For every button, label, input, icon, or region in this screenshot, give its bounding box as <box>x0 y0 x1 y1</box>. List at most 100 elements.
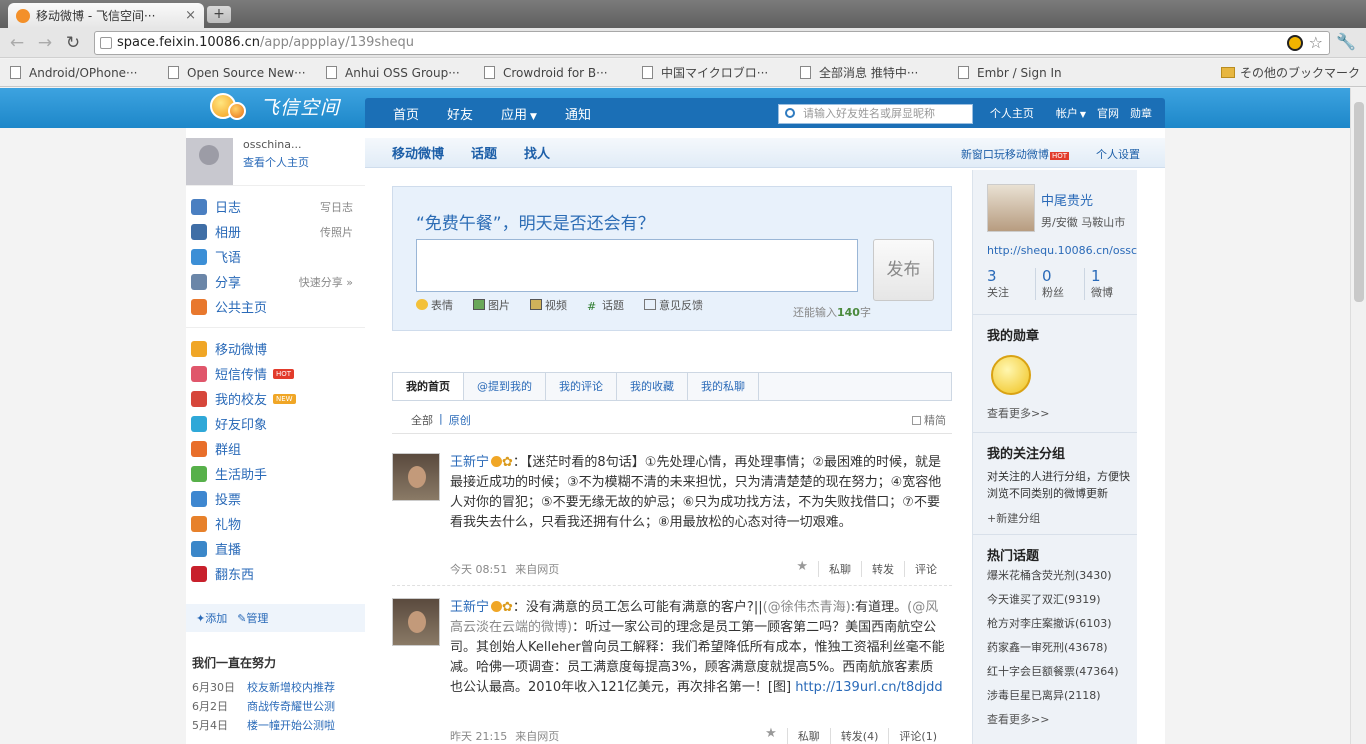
filter-original[interactable]: 原创 <box>449 412 471 428</box>
comment-button[interactable]: 评论 <box>904 561 937 577</box>
bookmark-item[interactable]: Embr / Sign In <box>958 66 1106 80</box>
feedback-button[interactable]: 意见反馈 <box>644 297 713 313</box>
nav-official-site[interactable]: 官网 <box>1097 105 1119 121</box>
sidebar-item[interactable]: 相册 传照片 <box>186 219 365 244</box>
profile-avatar[interactable] <box>987 184 1035 232</box>
sidebar-item[interactable]: 公共主页 <box>186 294 365 319</box>
view-profile-link[interactable]: 查看个人主页 <box>243 154 309 170</box>
back-icon[interactable]: ← <box>6 32 28 54</box>
scrollbar-thumb[interactable] <box>1354 102 1364 302</box>
hot-topic-item[interactable]: 药家鑫一审死刑(43678) <box>987 636 1137 660</box>
tab-mobile-weibo[interactable]: 移动微博 <box>392 143 444 162</box>
profile-name[interactable]: 中尾贵光 <box>1041 190 1093 209</box>
sidebar-item[interactable]: 群组 <box>186 436 365 461</box>
new-window-link[interactable]: 新窗口玩移动微博 HOT <box>961 146 1069 162</box>
hot-topic-item[interactable]: 枪方对李庄案撤诉(6103) <box>987 612 1137 636</box>
emoticon-button[interactable]: 表情 <box>416 297 463 313</box>
post-avatar[interactable] <box>392 598 440 646</box>
stat-following[interactable]: 3 关注 <box>987 268 1036 300</box>
sidebar-item[interactable]: 生活助手 <box>186 461 365 486</box>
stat-followers[interactable]: 0 粉丝 <box>1036 268 1085 300</box>
other-bookmarks[interactable]: その他のブックマーク <box>1220 64 1360 81</box>
simple-mode-toggle[interactable]: 精简 <box>912 412 946 428</box>
manage-apps-link[interactable]: ✎管理 <box>237 610 268 626</box>
nav-friends[interactable]: 好友 <box>447 104 473 123</box>
video-button[interactable]: 视频 <box>530 297 577 313</box>
hot-topic-item[interactable]: 爆米花桶含荧光剂(3430) <box>987 564 1137 588</box>
hot-topic-item[interactable]: 今天谁买了双汇(9319) <box>987 588 1137 612</box>
sidebar-item-action[interactable]: 传照片 <box>320 224 353 240</box>
update-item[interactable]: 6月30日 校友新增校内推荐 <box>192 679 365 698</box>
sidebar-item[interactable]: 短信传情 HOT <box>186 361 365 386</box>
nav-my-home[interactable]: 个人主页 <box>990 105 1034 121</box>
image-button[interactable]: 图片 <box>473 297 520 313</box>
avatar[interactable] <box>186 138 233 185</box>
new-tab-button[interactable]: + <box>207 6 231 23</box>
nav-home[interactable]: 首页 <box>393 104 419 123</box>
page-scrollbar[interactable] <box>1350 88 1366 744</box>
post-time[interactable]: 昨天 21:15 <box>450 728 507 744</box>
nav-notifications[interactable]: 通知 <box>565 104 591 123</box>
sidebar-item[interactable]: 直播 <box>186 536 365 561</box>
sidebar-item[interactable]: 分享 快速分享 » <box>186 269 365 294</box>
favorite-star-icon[interactable]: ★ <box>755 727 777 744</box>
nav-account[interactable]: 帐户 ▼ <box>1045 105 1086 121</box>
comment-button[interactable]: 评论(1) <box>888 728 937 744</box>
nav-apps[interactable]: 应用 ▼ <box>501 104 537 123</box>
username[interactable]: osschina... <box>243 138 301 151</box>
post-time[interactable]: 今天 08:51 <box>450 561 507 577</box>
sidebar-item[interactable]: 好友印象 <box>186 411 365 436</box>
tab-my-favorites[interactable]: 我的收藏 <box>617 373 688 400</box>
nav-medals[interactable]: 勋章 <box>1130 105 1152 121</box>
post-author[interactable]: 王新宁 <box>450 455 489 470</box>
tab-find-people[interactable]: 找人 <box>524 143 550 162</box>
address-bar[interactable]: space.feixin.10086.cn/app/appplay/139she… <box>94 31 1330 55</box>
update-item[interactable]: 6月2日 商战传奇耀世公测 <box>192 698 365 717</box>
hot-topic-item[interactable]: 涉毒巨星已离异(2118) <box>987 684 1137 708</box>
tab-my-comments[interactable]: 我的评论 <box>546 373 617 400</box>
sidebar-item[interactable]: 翻东西 <box>186 561 365 586</box>
tab-mentions[interactable]: @提到我的 <box>464 373 546 400</box>
filter-all[interactable]: 全部 <box>411 412 433 428</box>
tab-topics[interactable]: 话题 <box>471 143 497 162</box>
bookmark-item[interactable]: Android/OPhone··· <box>10 66 158 80</box>
site-logo[interactable]: 飞信空间 <box>210 92 340 120</box>
bookmark-item[interactable]: Open Source New··· <box>168 66 316 80</box>
stat-posts[interactable]: 1 微博 <box>1085 268 1134 300</box>
bookmark-star-icon[interactable]: ☆ <box>1309 32 1323 54</box>
sidebar-item[interactable]: 礼物 <box>186 511 365 536</box>
sidebar-item[interactable]: 飞语 <box>186 244 365 269</box>
topic-button[interactable]: # 话题 <box>587 297 634 313</box>
post-avatar[interactable] <box>392 453 440 501</box>
forward-icon[interactable]: → <box>34 32 56 54</box>
hot-topic-item[interactable]: 红十字会巨额餐票(47364) <box>987 660 1137 684</box>
post-textarea[interactable] <box>416 239 858 292</box>
mention-link[interactable]: (@徐伟杰青海) <box>763 600 851 615</box>
settings-link[interactable]: 个人设置 <box>1096 146 1140 162</box>
private-chat-button[interactable]: 私聊 <box>818 561 851 577</box>
bookmark-item[interactable]: 中国マイクロブロ··· <box>642 64 790 81</box>
repost-button[interactable]: 转发(4) <box>829 728 878 744</box>
browser-tab[interactable]: 移动微博 - 飞信空间··· × <box>8 3 204 28</box>
add-app-link[interactable]: ✦添加 <box>196 610 227 626</box>
bookmark-item[interactable]: Anhui OSS Group··· <box>326 66 474 80</box>
repost-button[interactable]: 转发 <box>861 561 894 577</box>
favorite-star-icon[interactable]: ★ <box>786 560 808 577</box>
sidebar-item[interactable]: 移动微博 <box>186 336 365 361</box>
extension-icon[interactable] <box>1287 35 1303 51</box>
bookmark-item[interactable]: 全部消息 推特中··· <box>800 64 948 81</box>
medals-more-link[interactable]: 查看更多>> <box>987 405 1049 421</box>
publish-button[interactable]: 发布 <box>873 239 934 301</box>
private-chat-button[interactable]: 私聊 <box>786 728 820 744</box>
tab-my-messages[interactable]: 我的私聊 <box>688 373 759 400</box>
sidebar-item-action[interactable]: 写日志 <box>320 199 353 215</box>
hot-topics-more-link[interactable]: 查看更多>> <box>987 708 1137 732</box>
search-input[interactable]: 请输入好友姓名或屏显昵称 <box>778 104 973 124</box>
update-item[interactable]: 5月4日 楼一幢开始公测啦 <box>192 717 365 736</box>
close-tab-icon[interactable]: × <box>185 8 196 23</box>
tab-my-home[interactable]: 我的首页 <box>393 373 464 400</box>
sidebar-item[interactable]: 我的校友 NEW <box>186 386 365 411</box>
post-author[interactable]: 王新宁 <box>450 600 489 615</box>
sidebar-item-action[interactable]: 快速分享 » <box>299 274 353 290</box>
wrench-menu-icon[interactable]: 🔧 <box>1336 32 1356 51</box>
